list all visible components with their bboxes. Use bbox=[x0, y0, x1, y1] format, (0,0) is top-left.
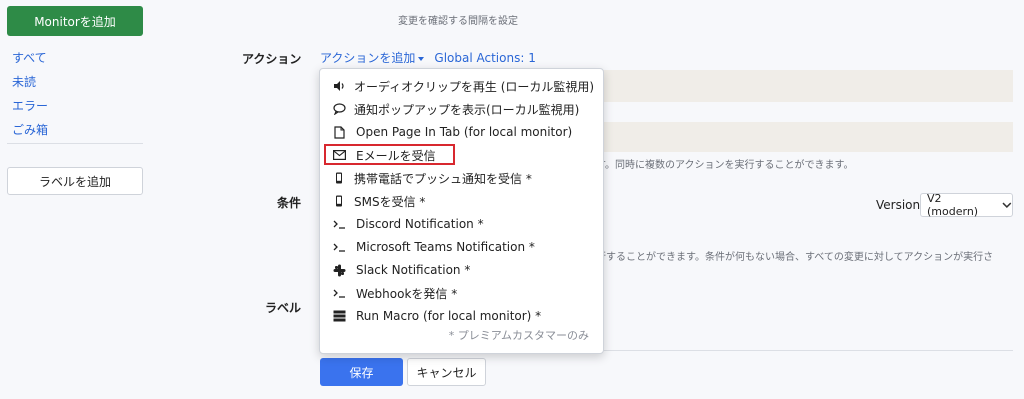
menu-item-webhook[interactable]: Webhookを発信 * bbox=[320, 282, 603, 304]
version-value: V2 (modern) bbox=[927, 192, 979, 218]
actions-hint: す。同時に複数のアクションを実行することができます。 bbox=[596, 160, 854, 171]
menu-item-label: Slack Notification * bbox=[356, 263, 471, 277]
menu-item-label: Webhookを発信 * bbox=[356, 286, 458, 301]
add-label-button[interactable]: ラベルを追加 bbox=[7, 167, 143, 195]
conditions-label: 条件 bbox=[277, 196, 302, 210]
action-panel-bg-2 bbox=[600, 122, 1013, 152]
terminal-icon bbox=[332, 240, 346, 254]
version-label: Version bbox=[876, 198, 921, 212]
global-actions-link[interactable]: Global Actions: 1 bbox=[434, 51, 535, 65]
menu-item-run-macro[interactable]: Run Macro (for local monitor) * bbox=[320, 305, 603, 327]
label-field-label: ラベル bbox=[265, 301, 302, 315]
premium-note: * プレミアムカスタマーのみ bbox=[448, 329, 589, 342]
mobile-icon bbox=[332, 171, 346, 185]
menu-item-label: Open Page In Tab (for local monitor) bbox=[356, 125, 573, 139]
menu-item-slack[interactable]: Slack Notification * bbox=[320, 259, 603, 281]
menu-item-play-audio[interactable]: オーディオクリップを再生 (ローカル監視用) bbox=[320, 75, 603, 97]
sidebar-item-trash[interactable]: ごみ箱 bbox=[12, 121, 48, 145]
speech-bubble-icon bbox=[332, 102, 346, 116]
sidebar-item-all[interactable]: すべて bbox=[12, 49, 48, 73]
menu-item-label: Microsoft Teams Notification * bbox=[356, 240, 535, 254]
mobile-icon bbox=[332, 194, 346, 208]
menu-item-label: Run Macro (for local monitor) * bbox=[356, 309, 542, 323]
interval-hint: 変更を確認する間隔を設定 bbox=[398, 16, 518, 27]
cancel-button[interactable]: キャンセル bbox=[407, 358, 486, 386]
document-icon bbox=[332, 125, 346, 139]
slack-icon bbox=[332, 263, 346, 277]
menu-item-label: 通知ポップアップを表示(ローカル監視用) bbox=[354, 102, 580, 117]
action-panel-bg bbox=[600, 70, 1013, 102]
macro-icon bbox=[332, 309, 346, 323]
add-action-label: アクションを追加 bbox=[320, 51, 416, 65]
menu-item-teams[interactable]: Microsoft Teams Notification * bbox=[320, 236, 603, 258]
menu-item-push-notification[interactable]: 携帯電話でプッシュ通知を受信 * bbox=[320, 167, 603, 189]
save-button[interactable]: 保存 bbox=[320, 358, 403, 386]
version-select[interactable]: V2 (modern) bbox=[920, 192, 1013, 218]
menu-item-show-popup[interactable]: 通知ポップアップを表示(ローカル監視用) bbox=[320, 98, 603, 120]
menu-item-label: オーディオクリップを再生 (ローカル監視用) bbox=[354, 79, 595, 94]
sidebar: Monitorを追加 すべて 未読 エラー ごみ箱 ラベルを追加 bbox=[0, 0, 150, 399]
chevron-down-icon bbox=[1002, 202, 1012, 208]
sidebar-nav: すべて 未読 エラー ごみ箱 bbox=[12, 49, 48, 145]
highlight-box bbox=[324, 144, 455, 165]
menu-item-label: Discord Notification * bbox=[356, 217, 484, 231]
menu-item-open-page[interactable]: Open Page In Tab (for local monitor) bbox=[320, 121, 603, 143]
sidebar-item-errors[interactable]: エラー bbox=[12, 97, 48, 121]
caret-down-icon bbox=[418, 56, 425, 61]
terminal-icon bbox=[332, 286, 346, 300]
actions-label: アクション bbox=[242, 52, 302, 66]
add-monitor-button[interactable]: Monitorを追加 bbox=[7, 6, 143, 36]
sidebar-item-unread[interactable]: 未読 bbox=[12, 73, 48, 97]
add-action-menu: オーディオクリップを再生 (ローカル監視用) 通知ポップアップを表示(ローカル監… bbox=[319, 68, 604, 354]
menu-item-discord[interactable]: Discord Notification * bbox=[320, 213, 603, 235]
conditions-hint: 行することができます。条件が何もない場合、すべての変更に対してアクションが実行さ bbox=[596, 252, 994, 263]
sidebar-divider bbox=[7, 143, 143, 144]
menu-item-label: SMSを受信 * bbox=[354, 194, 426, 209]
add-action-dropdown[interactable]: アクションを追加 bbox=[320, 49, 425, 66]
menu-item-label: 携帯電話でプッシュ通知を受信 * bbox=[354, 171, 532, 186]
menu-item-sms[interactable]: SMSを受信 * bbox=[320, 190, 603, 212]
speaker-icon bbox=[332, 79, 346, 93]
terminal-icon bbox=[332, 217, 346, 231]
actions-row: アクションを追加 Global Actions: 1 bbox=[320, 49, 536, 66]
label-field-underline bbox=[600, 350, 1013, 351]
